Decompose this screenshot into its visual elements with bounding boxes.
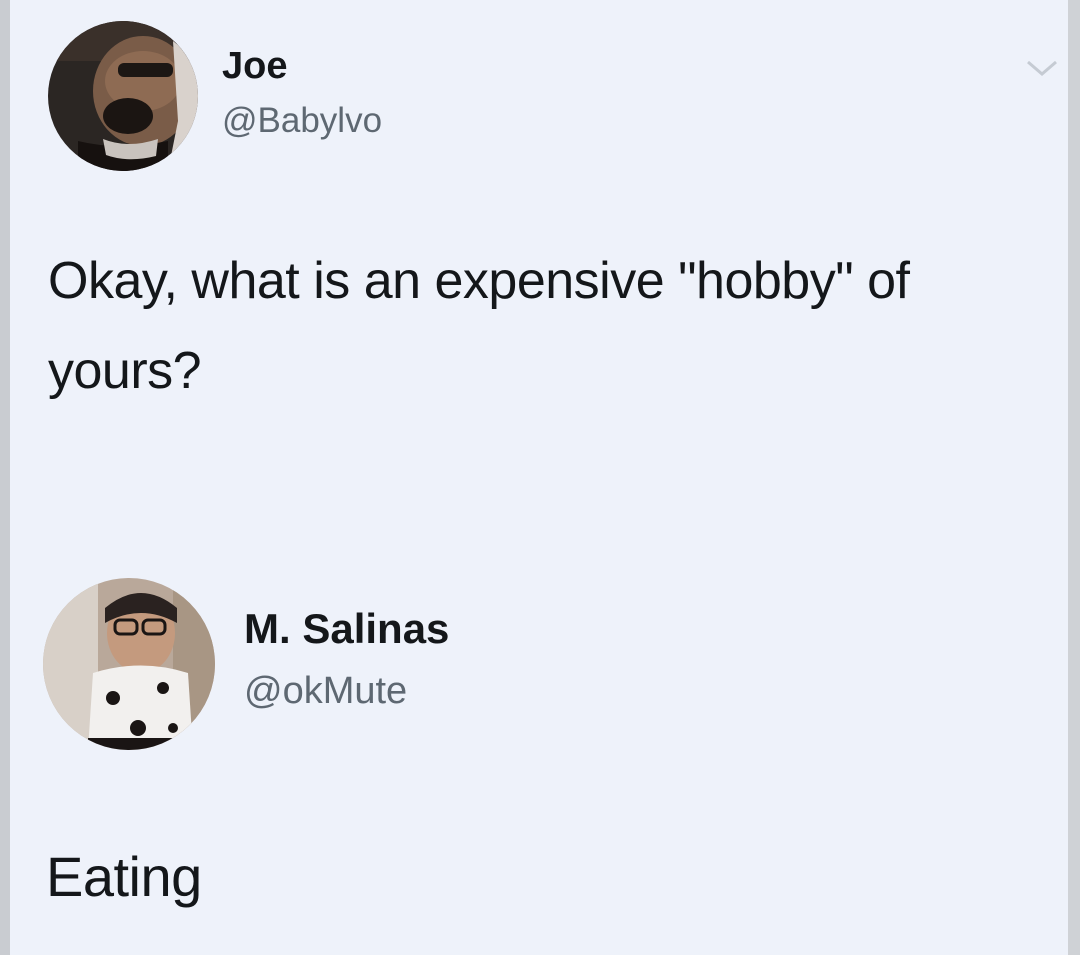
tweet-screenshot: Joe @Babylvo Okay, what is an expensive … [0, 0, 1080, 955]
tweet-text: Okay, what is an expensive "hobby" of yo… [48, 252, 910, 400]
author-handle[interactable]: @okMute [244, 670, 407, 713]
avatar[interactable] [48, 21, 198, 171]
tweet-text: Eating [46, 845, 202, 908]
author-name[interactable]: Joe [222, 45, 287, 88]
author-name[interactable]: M. Salinas [244, 605, 449, 653]
avatar[interactable] [43, 578, 215, 750]
author-handle[interactable]: @Babylvo [222, 101, 382, 141]
chevron-down-icon[interactable] [1025, 58, 1059, 78]
